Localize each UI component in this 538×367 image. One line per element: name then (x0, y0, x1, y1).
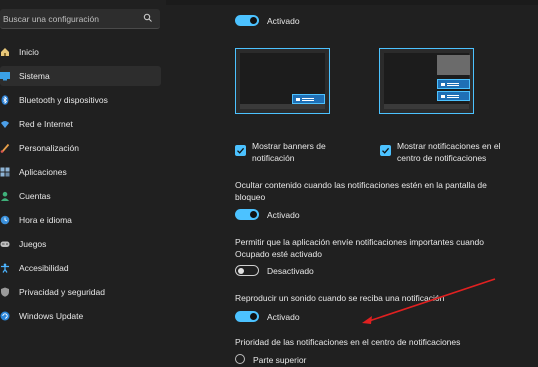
priority-top-label: Parte superior (253, 355, 307, 365)
sidebar-item-label: Cuentas (19, 191, 51, 201)
update-icon (0, 311, 10, 321)
sidebar-item-juegos[interactable]: Juegos (0, 234, 161, 254)
lock-screen-toggle-label: Activado (267, 210, 300, 220)
sidebar-item-label: Accesibilidad (19, 263, 69, 273)
sound-toggle-label: Activado (267, 312, 300, 322)
banner-graphic (292, 94, 325, 104)
busy-toggle-label: Desactivado (267, 266, 314, 276)
sidebar-item-label: Bluetooth y dispositivos (19, 95, 108, 105)
sidebar-item-inicio[interactable]: Inicio (0, 42, 161, 62)
main-content: Activado Mostrar banners de notificación… (166, 0, 538, 367)
sidebar-item-personalizacion[interactable]: Personalización (0, 138, 161, 158)
search-box[interactable]: Buscar una configuración (0, 9, 160, 29)
globe-clock-icon (0, 215, 10, 225)
priority-top-radio[interactable] (235, 354, 245, 364)
sidebar-item-label: Inicio (19, 47, 39, 57)
sidebar-item-cuentas[interactable]: Cuentas (0, 186, 161, 206)
gamepad-icon (0, 241, 10, 247)
sidebar-item-label: Red e Internet (19, 119, 73, 129)
apps-icon (0, 167, 10, 177)
bluetooth-icon (1, 95, 9, 105)
network-icon (1, 121, 9, 128)
sidebar-item-windows-update[interactable]: Windows Update (0, 306, 161, 326)
preview-notification-center (379, 48, 474, 114)
sidebar-item-label: Hora e idioma (19, 215, 72, 225)
sidebar-item-accesibilidad[interactable]: Accesibilidad (0, 258, 161, 278)
sidebar-item-label: Juegos (19, 239, 47, 249)
sidebar-item-sistema[interactable]: Sistema (0, 66, 161, 86)
busy-text: Permitir que la aplicación envíe notific… (235, 237, 484, 259)
sidebar-item-label: Personalización (19, 143, 80, 153)
sidebar-item-privacidad[interactable]: Privacidad y seguridad (0, 282, 161, 302)
center-checkbox[interactable] (380, 145, 391, 156)
lock-screen-text: Ocultar contenido cuando las notificacio… (235, 180, 487, 202)
sound-text: Reproducir un sonido cuando se reciba un… (235, 293, 445, 303)
top-toggle-label: Activado (267, 16, 300, 26)
sidebar: Buscar una configuración Inicio Sistema … (0, 0, 166, 367)
sidebar-item-label: Sistema (19, 71, 50, 81)
banners-checkbox-label: Mostrar banners de notificación (252, 141, 326, 163)
system-icon (0, 72, 10, 81)
shield-icon (1, 287, 9, 297)
banners-checkbox[interactable] (235, 145, 246, 156)
sidebar-item-label: Windows Update (19, 311, 84, 321)
sidebar-item-aplicaciones[interactable]: Aplicaciones (0, 162, 161, 182)
sidebar-item-label: Privacidad y seguridad (19, 287, 105, 297)
busy-toggle[interactable] (235, 265, 259, 276)
center-checkbox-label: Mostrar notificaciones en el centro de n… (397, 141, 501, 163)
sidebar-item-label: Aplicaciones (19, 167, 67, 177)
search-icon[interactable] (143, 13, 153, 23)
home-icon (1, 48, 9, 56)
brush-icon (0, 143, 10, 153)
lock-screen-toggle[interactable] (235, 209, 259, 220)
sidebar-item-bluetooth[interactable]: Bluetooth y dispositivos (0, 90, 161, 110)
priority-text: Prioridad de las notificaciones en el ce… (235, 337, 461, 347)
preview-banner (235, 48, 330, 114)
sidebar-item-red[interactable]: Red e Internet (0, 114, 161, 134)
sound-toggle[interactable] (235, 311, 259, 322)
account-icon (1, 191, 9, 201)
sidebar-item-hora[interactable]: Hora e idioma (0, 210, 161, 230)
accessibility-icon (1, 263, 9, 273)
top-toggle[interactable] (235, 15, 259, 26)
search-input[interactable]: Buscar una configuración (3, 14, 99, 24)
